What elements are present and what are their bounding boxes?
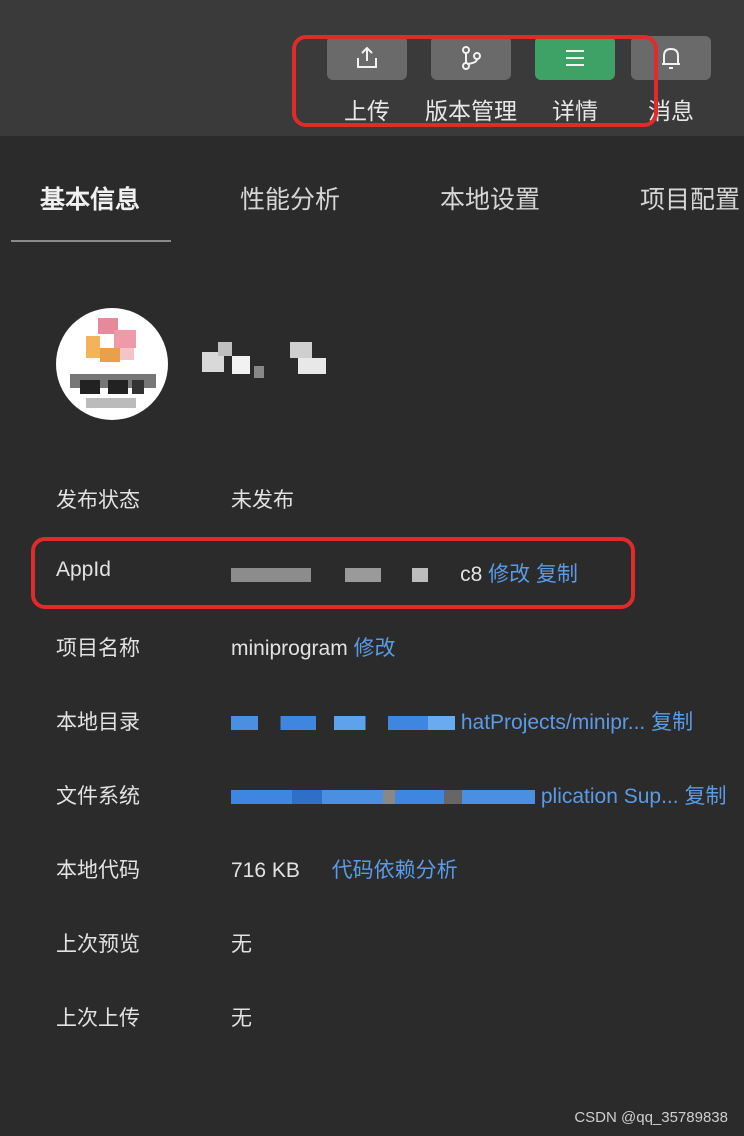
details-button[interactable]	[535, 36, 615, 80]
last-preview-value: 无	[231, 933, 252, 956]
menu-icon	[566, 50, 584, 66]
messages-tool[interactable]: 消息	[631, 36, 711, 126]
watermark: CSDN @qq_35789838	[574, 1109, 728, 1126]
local-code-value-wrap: 716 KB 代码依赖分析	[231, 854, 458, 884]
version-tool[interactable]: 版本管理	[425, 36, 517, 126]
row-last-upload: 上次上传 无	[56, 996, 736, 1036]
local-dir-value: hatProjects/minipr...	[460, 711, 646, 734]
file-system-value: plication Sup...	[540, 785, 679, 808]
file-system-blurred	[231, 790, 535, 805]
row-publish-status: 发布状态 未发布	[56, 478, 736, 518]
file-system-copy-link[interactable]: 复制	[684, 785, 726, 808]
row-local-code: 本地代码 716 KB 代码依赖分析	[56, 848, 736, 888]
active-tab-indicator	[11, 240, 171, 242]
upload-icon	[357, 46, 377, 68]
avatar	[56, 308, 168, 420]
version-button[interactable]	[431, 36, 511, 80]
appid-blurred	[231, 568, 311, 583]
upload-tool[interactable]: 上传	[327, 36, 407, 126]
tab-basic-info[interactable]: 基本信息	[40, 180, 140, 216]
appid-suffix: c8	[460, 563, 483, 586]
local-code-size: 716 KB	[231, 859, 300, 882]
code-dependency-analysis-link[interactable]: 代码依赖分析	[332, 859, 458, 882]
file-system-value-wrap: plication Sup... 复制	[231, 780, 726, 810]
branch-icon	[462, 46, 481, 70]
tab-bar: 基本信息 性能分析 本地设置 项目配置	[0, 136, 744, 246]
appid-value: c8 修改 复制	[231, 558, 578, 588]
account-name-blurred	[198, 338, 334, 388]
upload-button[interactable]	[327, 36, 407, 80]
project-name-value-wrap: miniprogram 修改	[231, 632, 396, 662]
version-label: 版本管理	[425, 98, 517, 124]
local-dir-blurred	[231, 716, 455, 731]
messages-button[interactable]	[631, 36, 711, 80]
publish-status-label: 发布状态	[56, 489, 140, 512]
file-system-label: 文件系统	[56, 785, 140, 808]
row-project-name: 项目名称 miniprogram 修改	[56, 626, 736, 666]
tab-performance[interactable]: 性能分析	[240, 180, 340, 216]
project-name-label: 项目名称	[56, 637, 140, 660]
tab-local-settings[interactable]: 本地设置	[440, 180, 540, 216]
local-dir-label: 本地目录	[56, 711, 140, 734]
project-name-edit-link[interactable]: 修改	[354, 637, 396, 660]
tab-project-config[interactable]: 项目配置	[640, 180, 740, 216]
bell-icon	[662, 47, 680, 69]
row-last-preview: 上次预览 无	[56, 922, 736, 962]
local-dir-copy-link[interactable]: 复制	[651, 711, 693, 734]
row-file-system: 文件系统 plication Sup... 复制	[56, 774, 736, 814]
details-tool[interactable]: 详情	[535, 36, 615, 126]
last-upload-value: 无	[231, 1007, 252, 1030]
appid-edit-link[interactable]: 修改	[488, 563, 530, 586]
appid-copy-link[interactable]: 复制	[536, 563, 578, 586]
messages-label: 消息	[648, 98, 694, 124]
local-code-label: 本地代码	[56, 859, 140, 882]
local-dir-value-wrap: hatProjects/minipr... 复制	[231, 706, 693, 736]
last-upload-label: 上次上传	[56, 1007, 140, 1030]
project-name-value: miniprogram	[231, 637, 348, 660]
row-appid: AppId c8 修改 复制	[56, 552, 736, 592]
appid-label: AppId	[56, 558, 111, 581]
row-local-dir: 本地目录 hatProjects/minipr... 复制	[56, 700, 736, 740]
last-preview-label: 上次预览	[56, 933, 140, 956]
upload-label: 上传	[344, 98, 390, 124]
publish-status-value: 未发布	[231, 489, 294, 512]
toolbar: 上传 版本管理 详情 消息	[0, 0, 744, 136]
